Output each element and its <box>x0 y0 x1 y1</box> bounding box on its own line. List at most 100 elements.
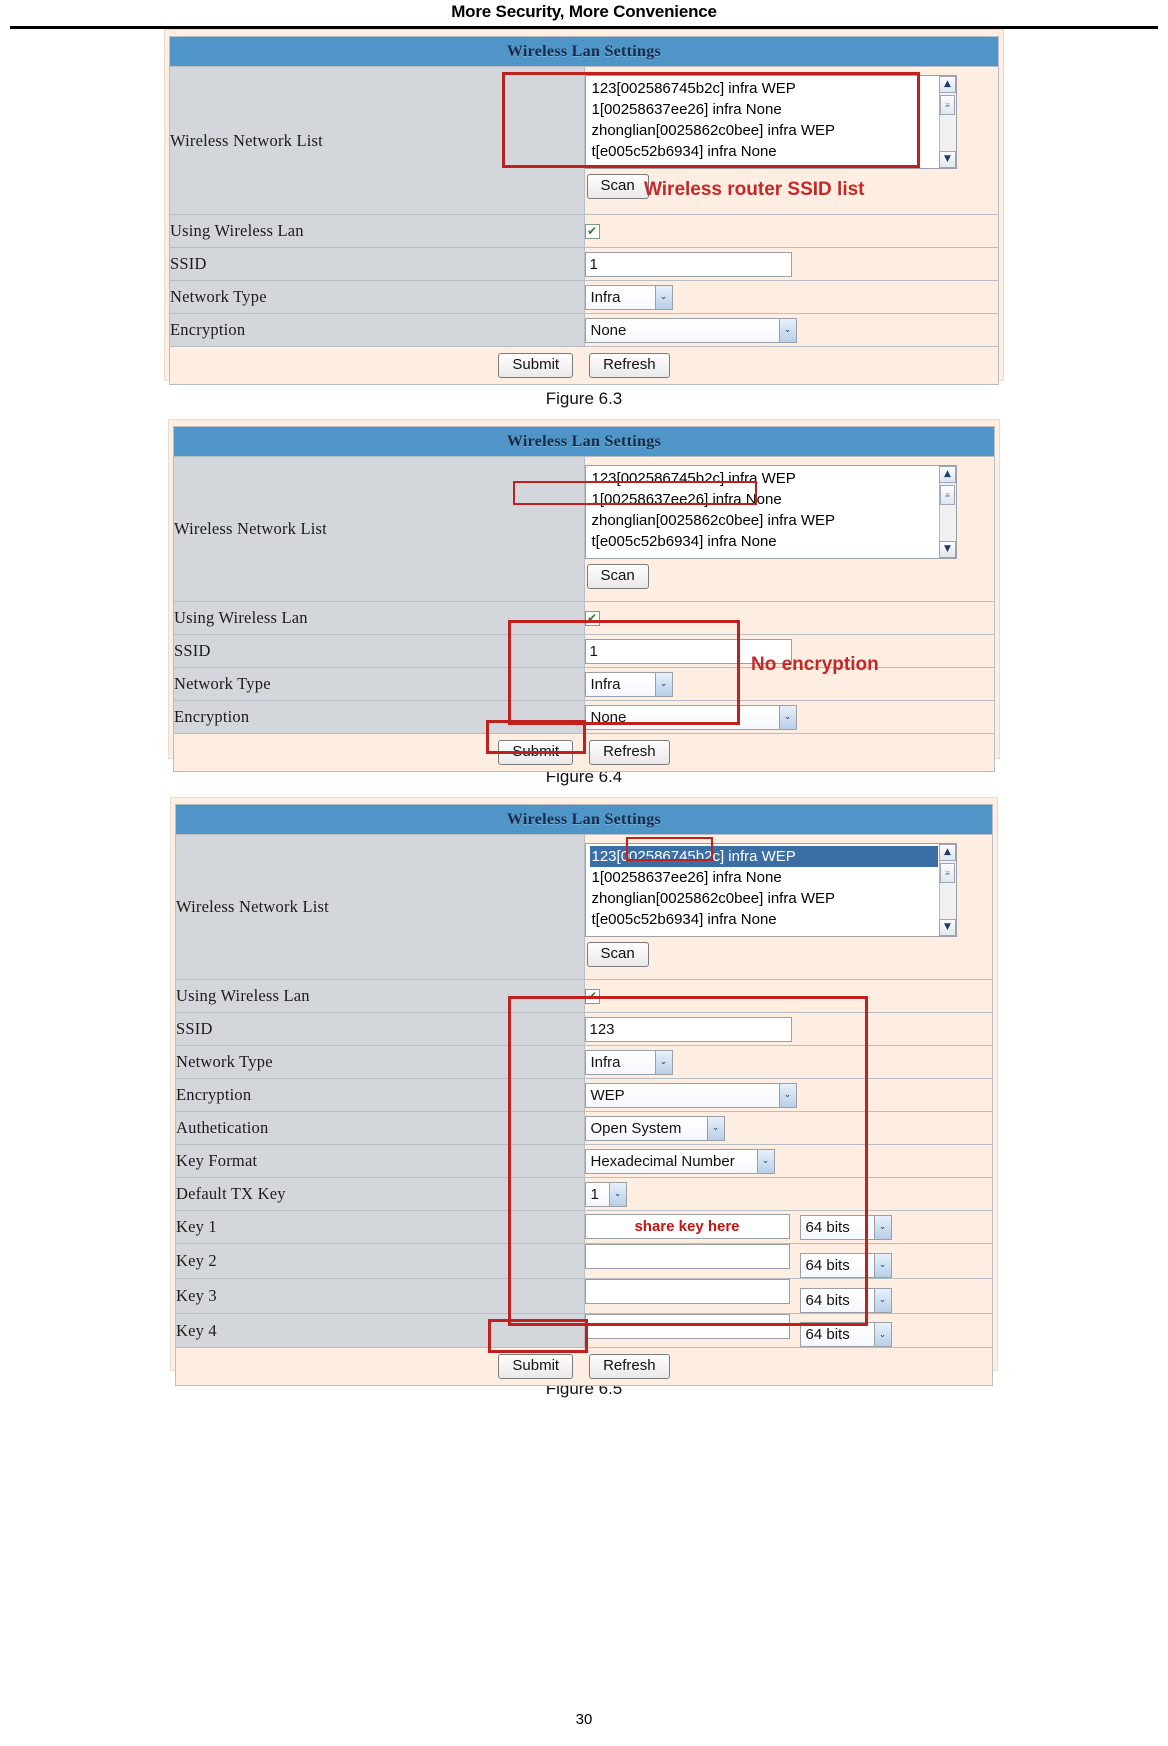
cell-key-4: 64 bits ⌄ <box>583 1312 993 1349</box>
chevron-down-icon[interactable]: ⌄ <box>608 1182 626 1206</box>
list-item[interactable]: zhonglian[0025862c0bee] infra WEP <box>590 120 956 141</box>
encryption-select[interactable]: None ⌄ <box>584 317 797 343</box>
submit-button[interactable]: Submit <box>498 1354 574 1380</box>
chevron-down-icon[interactable]: ⌄ <box>873 1288 891 1312</box>
scroll-down-icon[interactable]: ▼ <box>939 151 956 168</box>
list-item[interactable]: 123[002586745b2c] infra WEP <box>590 78 956 99</box>
submit-button[interactable]: Submit <box>498 740 574 765</box>
scroll-up-icon[interactable]: ▲ <box>939 466 956 483</box>
row-ssid: SSID 1 <box>173 634 995 668</box>
listbox-scrollbar[interactable]: ▲ ≡ ▼ <box>938 466 956 558</box>
label-ssid: SSID <box>175 1012 585 1046</box>
list-item[interactable]: 1[00258637ee26] infra None <box>590 99 956 120</box>
scroll-down-icon[interactable]: ▼ <box>939 919 956 936</box>
list-item[interactable]: zhonglian[0025862c0bee] infra WEP <box>590 510 956 531</box>
chevron-down-icon[interactable]: ⌄ <box>654 1050 672 1074</box>
ssid-input[interactable]: 1 <box>584 638 792 664</box>
chevron-down-icon[interactable]: ⌄ <box>706 1116 724 1140</box>
authentication-select[interactable]: Open System ⌄ <box>584 1115 725 1141</box>
scrollbar-thumb[interactable]: ≡ <box>940 95 955 115</box>
key-3-bits-select[interactable]: 64 bits ⌄ <box>799 1287 892 1313</box>
key-2-input[interactable] <box>584 1244 790 1269</box>
using-wireless-lan-checkbox[interactable]: ✔ <box>584 988 600 1004</box>
scrollbar-thumb[interactable]: ≡ <box>940 863 955 883</box>
list-item-selected[interactable]: 123[002586745b2c] infra WEP <box>589 846 938 867</box>
chevron-down-icon[interactable]: ⌄ <box>756 1149 774 1173</box>
list-item[interactable]: zhonglian[0025862c0bee] infra WEP <box>590 888 956 909</box>
wireless-network-listbox-2[interactable]: 123[002586745b2c] infra WEP 1[00258637ee… <box>584 465 957 559</box>
ssid-input[interactable]: 1 <box>584 251 792 277</box>
network-type-select[interactable]: Infra ⌄ <box>584 284 673 310</box>
chevron-down-icon[interactable]: ⌄ <box>654 672 672 696</box>
row-actions: Submit Refresh <box>169 346 999 385</box>
row-network-type: Network Type Infra ⌄ <box>173 667 995 701</box>
refresh-button[interactable]: Refresh <box>589 353 670 378</box>
label-using-wireless-lan: Using Wireless Lan <box>169 214 585 248</box>
network-type-value: Infra <box>590 675 621 693</box>
wireless-network-listbox-1[interactable]: 123[002586745b2c] infra WEP 1[00258637ee… <box>584 75 957 169</box>
scroll-up-icon[interactable]: ▲ <box>939 844 956 861</box>
key-1-bits-value: 64 bits <box>805 1218 850 1236</box>
listbox-scrollbar[interactable]: ▲ ≡ ▼ <box>938 76 956 168</box>
list-item[interactable]: t[e005c52b6934] infra None <box>590 141 956 162</box>
scan-button[interactable]: Scan <box>586 174 649 199</box>
using-wireless-lan-checkbox[interactable]: ✔ <box>584 223 600 239</box>
key-1-bits-select[interactable]: 64 bits ⌄ <box>799 1214 892 1240</box>
scan-button[interactable]: Scan <box>586 942 649 967</box>
key-3-input[interactable] <box>584 1278 790 1304</box>
panel-title: Wireless Lan Settings <box>169 36 999 67</box>
network-type-select[interactable]: Infra ⌄ <box>584 671 673 697</box>
key-4-bits-select[interactable]: 64 bits ⌄ <box>799 1322 892 1348</box>
wireless-lan-settings-panel-2: Wireless Lan Settings Wireless Network L… <box>168 419 1000 772</box>
chevron-down-icon[interactable]: ⌄ <box>778 318 796 342</box>
encryption-value: WEP <box>590 1086 625 1104</box>
row-key-2: Key 2 64 bits ⌄ <box>175 1243 993 1279</box>
row-wireless-network-list: Wireless Network List 123[002586745b2c] … <box>169 66 999 215</box>
encryption-select[interactable]: WEP ⌄ <box>584 1082 797 1108</box>
network-type-select[interactable]: Infra ⌄ <box>584 1049 673 1075</box>
scroll-up-icon[interactable]: ▲ <box>939 76 956 93</box>
default-tx-key-select[interactable]: 1 ⌄ <box>584 1181 627 1207</box>
key-2-bits-select[interactable]: 64 bits ⌄ <box>799 1252 892 1278</box>
panel-title: Wireless Lan Settings <box>175 804 993 835</box>
listbox-scrollbar[interactable]: ▲ ≡ ▼ <box>938 844 956 936</box>
chevron-down-icon[interactable]: ⌄ <box>873 1215 891 1239</box>
scan-button[interactable]: Scan <box>586 564 649 589</box>
panel-title-row: Wireless Lan Settings <box>175 804 993 835</box>
list-item[interactable]: t[e005c52b6934] infra None <box>590 531 956 552</box>
label-ssid: SSID <box>173 634 585 668</box>
ssid-input[interactable]: 123 <box>584 1016 792 1042</box>
row-using-wireless-lan: Using Wireless Lan ✔ <box>169 214 999 248</box>
refresh-button[interactable]: Refresh <box>589 1354 670 1380</box>
cell-wireless-network-list: 123[002586745b2c] infra WEP 1[00258637ee… <box>583 66 999 215</box>
key-2-bits-value: 64 bits <box>805 1256 850 1274</box>
key-format-select[interactable]: Hexadecimal Number ⌄ <box>584 1148 775 1174</box>
scroll-down-icon[interactable]: ▼ <box>939 541 956 558</box>
cell-ssid: 1 <box>583 247 999 281</box>
list-item[interactable]: 1[00258637ee26] infra None <box>590 867 956 888</box>
wireless-network-listbox-3[interactable]: 123[002586745b2c] infra WEP 1[00258637ee… <box>584 843 957 937</box>
list-item[interactable]: t[e005c52b6934] infra None <box>590 909 956 930</box>
list-item[interactable]: 123[002586745b2c] infra WEP <box>590 468 956 489</box>
chevron-down-icon[interactable]: ⌄ <box>873 1253 891 1277</box>
row-encryption: Encryption None ⌄ <box>173 700 995 734</box>
label-key-3: Key 3 <box>175 1277 585 1314</box>
row-authentication: Authetication Open System ⌄ <box>175 1111 993 1145</box>
label-ssid: SSID <box>169 247 585 281</box>
key-4-input[interactable] <box>584 1313 790 1339</box>
encryption-select[interactable]: None ⌄ <box>584 704 797 730</box>
chevron-down-icon[interactable]: ⌄ <box>654 285 672 309</box>
scrollbar-thumb[interactable]: ≡ <box>940 485 955 505</box>
cell-actions: Submit Refresh <box>173 733 995 772</box>
label-key-4: Key 4 <box>175 1312 585 1349</box>
chevron-down-icon[interactable]: ⌄ <box>778 1083 796 1107</box>
refresh-button[interactable]: Refresh <box>589 740 670 765</box>
using-wireless-lan-checkbox[interactable]: ✔ <box>584 610 600 626</box>
cell-network-type: Infra ⌄ <box>583 667 995 701</box>
key-1-input[interactable]: share key here <box>584 1214 790 1240</box>
submit-button[interactable]: Submit <box>498 353 574 378</box>
chevron-down-icon[interactable]: ⌄ <box>778 705 796 729</box>
label-encryption: Encryption <box>175 1078 585 1112</box>
chevron-down-icon[interactable]: ⌄ <box>873 1323 891 1347</box>
list-item[interactable]: 1[00258637ee26] infra None <box>590 489 956 510</box>
